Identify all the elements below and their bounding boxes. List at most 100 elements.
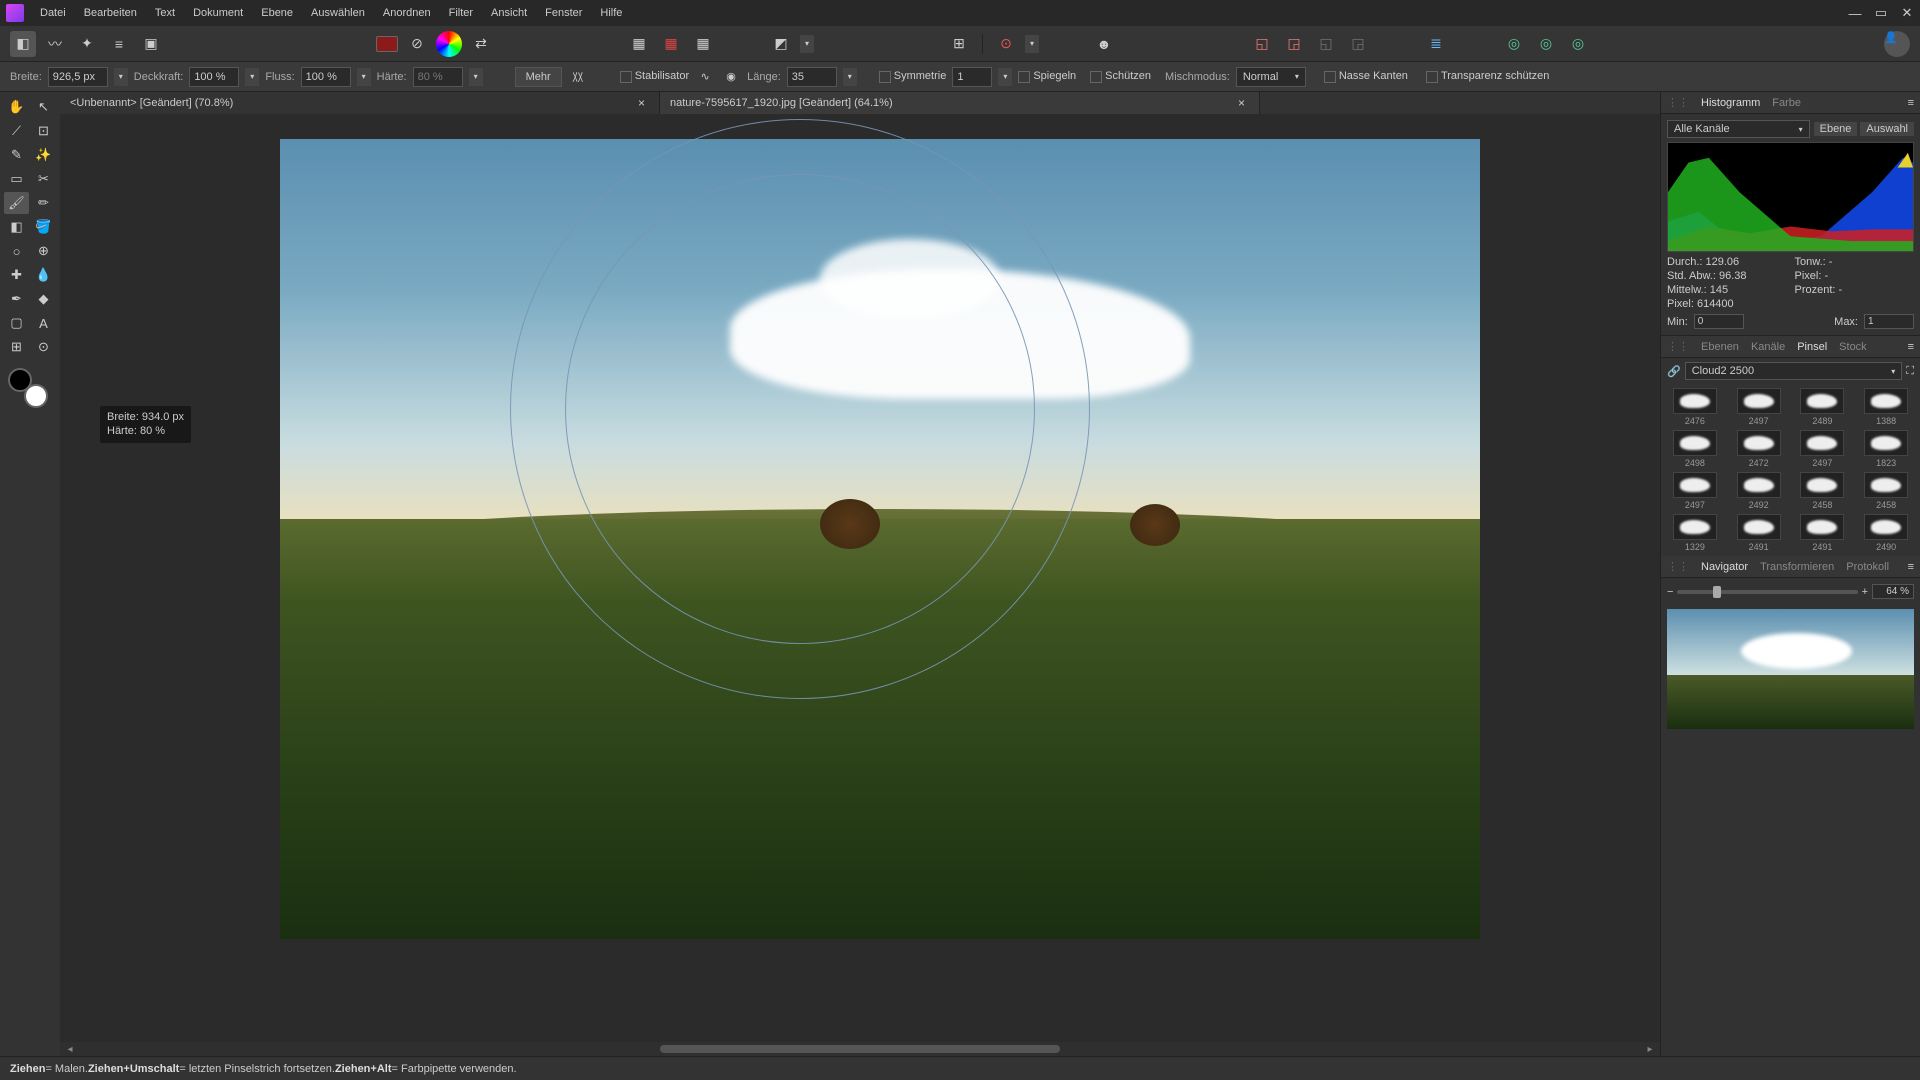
tab-pinsel[interactable]: Pinsel [1797,341,1827,353]
hand-tool-icon[interactable]: ✋ [4,96,29,118]
tab-histogramm[interactable]: Histogramm [1701,97,1760,109]
group-icon[interactable]: ◎ [1501,31,1527,57]
move-tool-icon[interactable]: ↖ [31,96,56,118]
symmetry-dropdown-icon[interactable]: ▾ [998,68,1012,86]
document-tab-1[interactable]: <Unbenannt> [Geändert] (70.8%)× [60,92,660,114]
swap-colors-icon[interactable]: ⇄ [468,31,494,57]
drag-handle-icon[interactable]: ⋮⋮ [1667,96,1689,109]
drag-handle-icon[interactable]: ⋮⋮ [1667,560,1689,573]
arrange-forward-icon[interactable]: ◱ [1313,31,1339,57]
zoom-slider[interactable] [1677,590,1857,594]
brush-item[interactable]: 1329 [1665,514,1725,552]
protect-check[interactable]: Schützen [1090,70,1151,82]
brush-item[interactable]: 2491 [1729,514,1789,552]
mirror-check[interactable]: Spiegeln [1018,70,1076,82]
tab-close-icon[interactable]: × [634,96,649,110]
view-tool-icon[interactable]: ⟋ [4,120,29,142]
symmetry-input[interactable] [952,67,992,87]
blur-tool-icon[interactable]: 💧 [31,264,56,286]
selection-intersect-icon[interactable]: ▦ [690,31,716,57]
arrange-back-icon[interactable]: ◲ [1281,31,1307,57]
tonemap-persona-icon[interactable]: ≡ [106,31,132,57]
arrange-backward-icon[interactable]: ◲ [1345,31,1371,57]
marquee-tool-icon[interactable]: ▭ [4,168,29,190]
tab-protokoll[interactable]: Protokoll [1846,561,1889,573]
wet-check[interactable]: Nasse Kanten [1324,70,1408,82]
brush-item[interactable]: 2472 [1729,430,1789,468]
brush-item[interactable]: 2476 [1665,388,1725,426]
fill-tool-icon[interactable]: 🪣 [31,216,56,238]
more-button[interactable]: Mehr [515,67,562,87]
photo-persona-icon[interactable]: ◧ [10,31,36,57]
width-dropdown-icon[interactable]: ▾ [114,68,128,86]
scroll-left-icon[interactable]: ◂ [64,1044,76,1055]
brush-item[interactable]: 2497 [1793,430,1853,468]
horizontal-scrollbar[interactable]: ◂ ▸ [60,1042,1660,1056]
brush-item[interactable]: 2458 [1793,472,1853,510]
menu-text[interactable]: Text [147,4,183,22]
scroll-right-icon[interactable]: ▸ [1644,1044,1656,1055]
auswahl-button[interactable]: Auswahl [1860,122,1914,136]
panel-menu-icon[interactable]: ≡ [1908,341,1914,353]
dodge-tool-icon[interactable]: ○ [4,240,29,262]
transparency-check[interactable]: Transparenz schützen [1426,70,1549,82]
link-icon[interactable]: 🔗 [1667,365,1681,378]
pressure-icon[interactable]: 〷 [568,67,588,87]
ungroup-icon[interactable]: ◎ [1533,31,1559,57]
tab-close-icon[interactable]: × [1234,96,1249,110]
hardness-input[interactable] [413,67,463,87]
zoom-value[interactable]: 64 % [1872,584,1914,599]
tab-navigator[interactable]: Navigator [1701,561,1748,573]
brush-item[interactable]: 2458 [1856,472,1916,510]
max-input[interactable] [1864,314,1914,329]
snap-dropdown-icon[interactable]: ▾ [1025,35,1039,53]
selection-brush-icon[interactable]: ✎ [4,144,29,166]
brush-item[interactable]: 2497 [1729,388,1789,426]
fill-swatch[interactable] [376,36,398,52]
tab-stock[interactable]: Stock [1839,341,1867,353]
mesh-tool-icon[interactable]: ⊞ [4,336,29,358]
symmetry-check[interactable]: Symmetrie [879,70,947,82]
drag-handle-icon[interactable]: ⋮⋮ [1667,340,1689,353]
crop-tool-icon[interactable]: ⊡ [31,120,56,142]
color-swatches[interactable] [8,368,48,408]
shape-tool-icon[interactable]: ▢ [4,312,29,334]
length-input[interactable] [787,67,837,87]
arrange-front-icon[interactable]: ◱ [1249,31,1275,57]
width-input[interactable] [48,67,108,87]
healing-tool-icon[interactable]: ✚ [4,264,29,286]
menu-fenster[interactable]: Fenster [537,4,590,22]
menu-ansicht[interactable]: Ansicht [483,4,535,22]
maximize-icon[interactable]: ▭ [1874,6,1888,20]
clone-tool-icon[interactable]: ⊕ [31,240,56,262]
ruler-icon[interactable]: ⊞ [946,31,972,57]
panel-menu-icon[interactable]: ≡ [1908,97,1914,109]
window-mode-icon[interactable]: ◉ [721,67,741,87]
document-tab-2[interactable]: nature-7595617_1920.jpg [Geändert] (64.1… [660,92,1260,114]
length-dropdown-icon[interactable]: ▾ [843,68,857,86]
menu-filter[interactable]: Filter [441,4,481,22]
stabilizer-check[interactable]: Stabilisator [620,70,689,82]
flow-dropdown-icon[interactable]: ▾ [357,68,371,86]
zoom-out-icon[interactable]: − [1667,586,1673,598]
account-icon[interactable]: 👤 [1884,31,1910,57]
brush-opts-icon[interactable]: ⛶ [1906,365,1914,378]
ebene-button[interactable]: Ebene [1814,122,1858,136]
tab-transformieren[interactable]: Transformieren [1760,561,1834,573]
brush-item[interactable]: 1388 [1856,388,1916,426]
rope-mode-icon[interactable]: ∿ [695,67,715,87]
menu-bearbeiten[interactable]: Bearbeiten [76,4,145,22]
color-replace-icon[interactable]: ✏ [31,192,56,214]
text-tool-icon[interactable]: A [31,312,56,334]
channel-select[interactable]: Alle Kanäle▾ [1667,120,1810,138]
foreground-color-chip[interactable] [8,368,32,392]
assistant-icon[interactable]: ☻ [1091,31,1117,57]
develop-persona-icon[interactable]: ✦ [74,31,100,57]
brush-item[interactable]: 2491 [1793,514,1853,552]
brush-item[interactable]: 1823 [1856,430,1916,468]
erase-tool-icon[interactable]: ◧ [4,216,29,238]
menu-datei[interactable]: Datei [32,4,74,22]
quickmask-dropdown-icon[interactable]: ▾ [800,35,814,53]
freehand-select-icon[interactable]: ✂ [31,168,56,190]
close-icon[interactable]: ✕ [1900,6,1914,20]
